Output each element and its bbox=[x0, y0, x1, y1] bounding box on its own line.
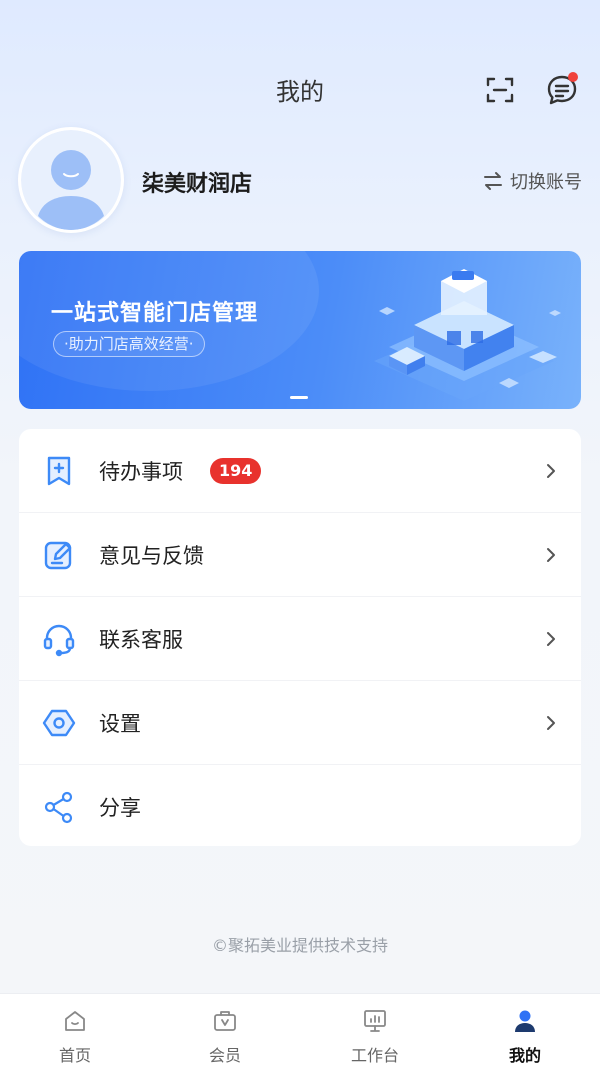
menu-item-feedback[interactable]: 意见与反馈 bbox=[19, 513, 581, 597]
tech-support-footer: ©聚拓美业提供技术支持 bbox=[211, 936, 388, 955]
headset-icon bbox=[43, 624, 75, 657]
menu-label-todo: 待办事项 bbox=[99, 460, 183, 484]
menu-label-customer-service: 联系客服 bbox=[99, 628, 183, 652]
menu-item-share[interactable]: 分享 bbox=[19, 765, 581, 849]
user-avatar-icon bbox=[21, 130, 121, 230]
tab-profile[interactable]: 我的 bbox=[450, 994, 600, 1066]
menu-card: 待办事项 194 意见与反馈 联系客服 设置 分享 bbox=[19, 429, 581, 846]
menu-label-settings: 设置 bbox=[99, 712, 141, 736]
home-icon bbox=[65, 1011, 85, 1031]
tab-label-profile: 我的 bbox=[508, 1046, 541, 1065]
menu-label-feedback: 意见与反馈 bbox=[99, 544, 204, 568]
switch-account-label: 切换账号 bbox=[510, 172, 582, 193]
menu-item-customer-service[interactable]: 联系客服 bbox=[19, 597, 581, 681]
banner-subtitle: ·助力门店高效经营· bbox=[53, 331, 205, 357]
message-button[interactable] bbox=[544, 72, 580, 108]
todo-bookmark-icon bbox=[47, 456, 71, 486]
tab-label-home: 首页 bbox=[58, 1046, 91, 1065]
share-icon bbox=[44, 791, 73, 824]
chevron-right-icon bbox=[547, 632, 555, 646]
banner-title: 一站式智能门店管理 bbox=[51, 301, 259, 326]
tab-label-member: 会员 bbox=[208, 1046, 241, 1065]
header: 我的 bbox=[0, 0, 600, 130]
todo-count-badge: 194 bbox=[210, 458, 262, 484]
swap-icon bbox=[484, 172, 502, 190]
chevron-right-icon bbox=[547, 548, 555, 562]
chevron-right-icon bbox=[547, 716, 555, 730]
chevron-right-icon bbox=[547, 464, 555, 478]
tab-label-workbench: 工作台 bbox=[350, 1046, 399, 1065]
tab-workbench[interactable]: 工作台 bbox=[300, 994, 450, 1066]
settings-hexagon-icon bbox=[42, 709, 76, 737]
smart-store-illustration bbox=[374, 269, 561, 401]
tab-member[interactable]: 会员 bbox=[150, 994, 300, 1066]
tab-home[interactable]: 首页 bbox=[0, 994, 150, 1066]
menu-label-share: 分享 bbox=[99, 796, 141, 820]
workbench-icon bbox=[364, 1010, 386, 1032]
avatar[interactable] bbox=[18, 127, 124, 233]
scan-button[interactable] bbox=[484, 74, 516, 106]
feedback-edit-icon bbox=[44, 541, 72, 570]
promo-banner[interactable]: 一站式智能门店管理 ·助力门店高效经营· bbox=[19, 251, 581, 409]
menu-item-todo[interactable]: 待办事项 194 bbox=[19, 429, 581, 513]
scan-icon bbox=[486, 77, 514, 103]
profile-icon bbox=[515, 1010, 535, 1032]
carousel-indicator bbox=[290, 396, 308, 399]
bottom-tab-bar: 首页 会员 工作台 我的 bbox=[0, 993, 600, 1066]
menu-item-settings[interactable]: 设置 bbox=[19, 681, 581, 765]
store-name: 柒美财润店 bbox=[142, 172, 253, 197]
member-icon bbox=[214, 1011, 236, 1031]
unread-dot bbox=[568, 72, 578, 82]
switch-account-button[interactable]: 切换账号 bbox=[482, 168, 582, 194]
